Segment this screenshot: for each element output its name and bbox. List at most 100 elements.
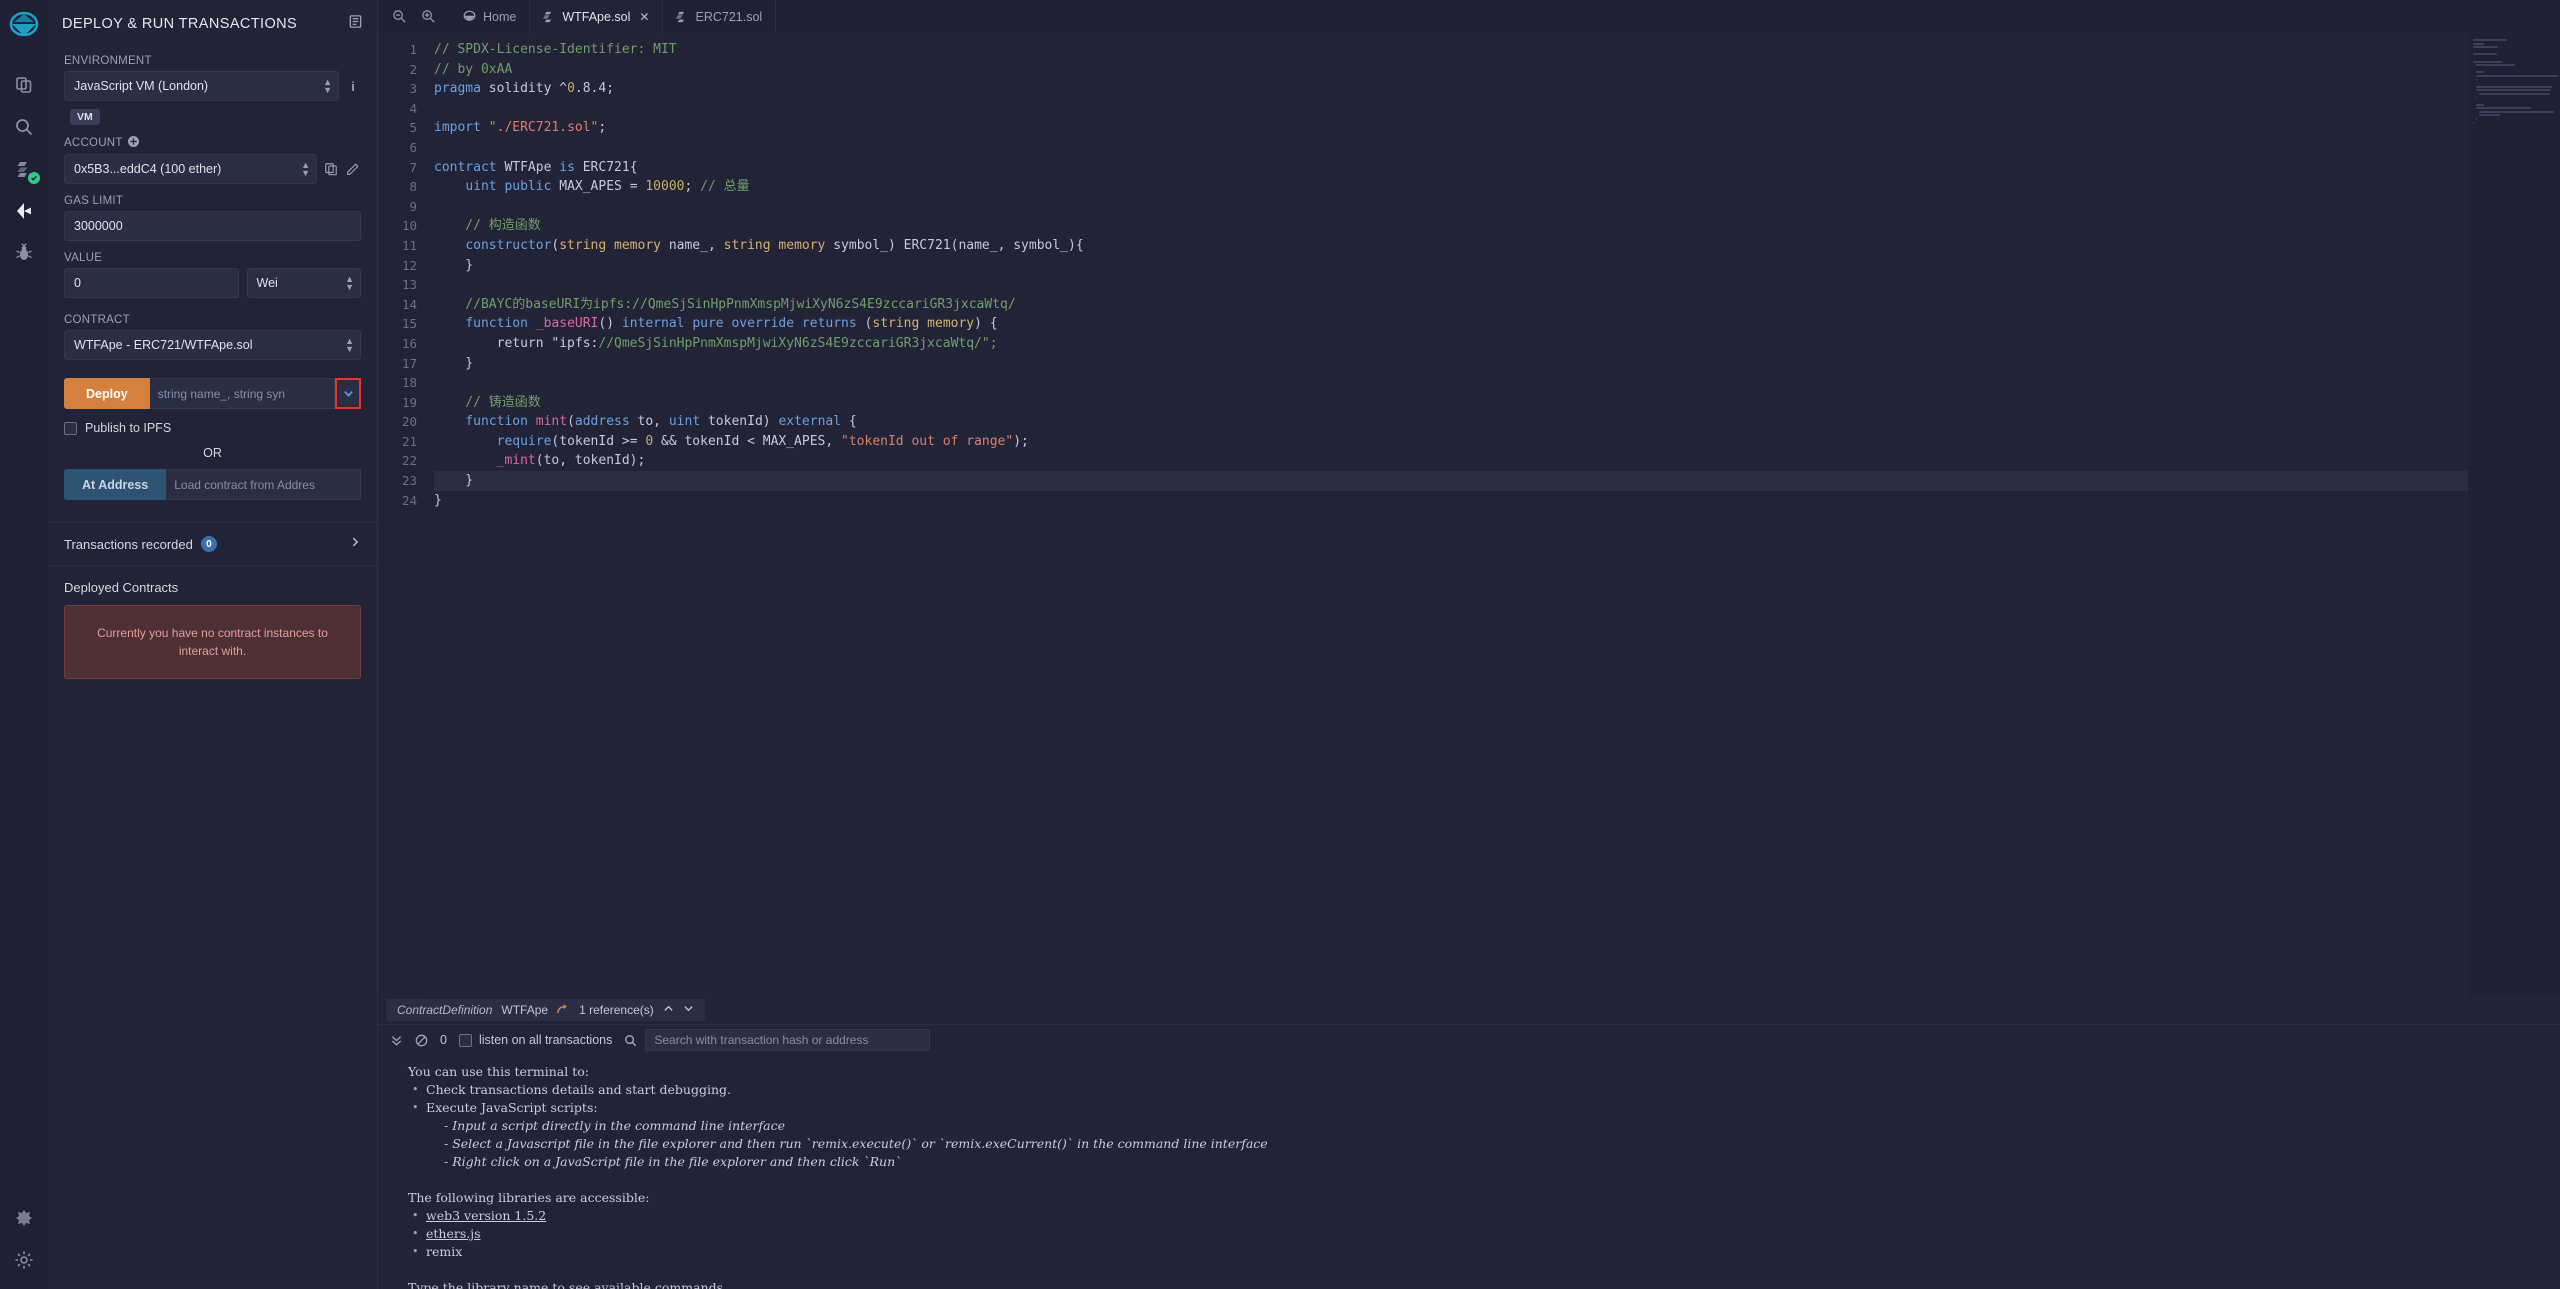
code-line[interactable]: require(tokenId >= 0 && tokenId < MAX_AP… bbox=[434, 432, 2560, 452]
code-line[interactable] bbox=[434, 275, 2560, 295]
contract-select[interactable]: WTFApe - ERC721/WTFApe.sol ▲▼ bbox=[64, 330, 361, 360]
tab-wtfape-sol-label: WTFApe.sol bbox=[562, 10, 630, 24]
code-line[interactable]: constructor(string memory name_, string … bbox=[434, 236, 2560, 256]
listen-all-transactions-row[interactable]: listen on all transactions bbox=[459, 1033, 612, 1047]
line-number: 16 bbox=[378, 334, 417, 354]
code-line[interactable]: } bbox=[434, 354, 2560, 374]
tab-erc721-sol[interactable]: ERC721.sol bbox=[663, 0, 776, 33]
at-address-button[interactable]: At Address bbox=[64, 469, 166, 500]
minimap-line bbox=[2476, 71, 2484, 73]
code-line[interactable]: function _baseURI() internal pure overri… bbox=[434, 314, 2560, 334]
terminal-subbullet: - Input a script directly in the command… bbox=[408, 1117, 2560, 1135]
line-number: 15 bbox=[378, 314, 417, 334]
gas-limit-input[interactable]: 3000000 bbox=[64, 211, 361, 241]
line-number: 10 bbox=[378, 216, 417, 236]
at-address-input[interactable]: Load contract from Addres bbox=[166, 469, 361, 500]
sidebar-item-settings[interactable] bbox=[4, 1239, 44, 1281]
environment-select[interactable]: JavaScript VM (London) ▲▼ bbox=[64, 71, 339, 101]
documentation-icon[interactable] bbox=[348, 14, 363, 34]
account-label-text: ACCOUNT bbox=[64, 137, 123, 149]
lib-web3-link[interactable]: web3 version 1.5.2 bbox=[426, 1208, 546, 1223]
deploy-expand-chevron-down-icon[interactable] bbox=[335, 378, 361, 409]
minimap-line bbox=[2473, 39, 2507, 41]
edit-icon[interactable] bbox=[346, 162, 361, 177]
code-line[interactable]: } bbox=[434, 471, 2560, 491]
value-input[interactable]: 0 bbox=[64, 268, 239, 298]
code-minimap[interactable] bbox=[2468, 33, 2560, 996]
code-line[interactable]: //BAYC的baseURI为ipfs://QmeSjSinHpPnmXmspM… bbox=[434, 295, 2560, 315]
listen-all-transactions-label: listen on all transactions bbox=[479, 1033, 612, 1047]
transactions-recorded-accordion[interactable]: Transactions recorded 0 bbox=[48, 522, 377, 566]
line-number: 7 bbox=[378, 158, 417, 178]
sidebar-item-search[interactable] bbox=[4, 106, 44, 148]
line-number: 18 bbox=[378, 373, 417, 393]
environment-label: ENVIRONMENT bbox=[64, 55, 361, 67]
copy-icon[interactable] bbox=[324, 162, 339, 177]
close-icon[interactable]: ✕ bbox=[639, 10, 649, 24]
sidebar-item-debugger[interactable] bbox=[4, 232, 44, 274]
terminal-bullet: Execute JavaScript scripts: bbox=[408, 1099, 2560, 1117]
chevron-down-icon[interactable] bbox=[683, 1003, 694, 1017]
value-row: 0 Wei ▲▼ bbox=[64, 268, 361, 298]
chevron-up-icon[interactable] bbox=[663, 1003, 674, 1017]
terminal-transaction-count: 0 bbox=[440, 1033, 447, 1047]
code-line[interactable]: // by 0xAA bbox=[434, 60, 2560, 80]
plus-circle-icon[interactable] bbox=[128, 136, 139, 150]
zoom-in-icon[interactable] bbox=[421, 9, 436, 24]
code-line[interactable]: pragma solidity ^0.8.4; bbox=[434, 79, 2560, 99]
line-number: 23 bbox=[378, 471, 417, 491]
contract-definition-name: WTFApe bbox=[501, 1003, 548, 1017]
code-line[interactable]: // 构造函数 bbox=[434, 216, 2560, 236]
lib-ethers-link[interactable]: ethers.js bbox=[426, 1226, 481, 1241]
zoom-out-icon[interactable] bbox=[392, 9, 407, 24]
tab-home[interactable]: Home bbox=[450, 0, 530, 33]
line-number: 12 bbox=[378, 256, 417, 276]
terminal-search-wrap: Search with transaction hash or address bbox=[624, 1029, 930, 1051]
code-line[interactable] bbox=[434, 373, 2560, 393]
code-line[interactable]: // SPDX-License-Identifier: MIT bbox=[434, 40, 2560, 60]
chevron-right-icon bbox=[349, 535, 361, 553]
sidebar-item-solidity-compiler[interactable] bbox=[4, 148, 44, 190]
code-line[interactable]: function mint(address to, uint tokenId) … bbox=[434, 412, 2560, 432]
terminal-output[interactable]: You can use this terminal to: Check tran… bbox=[378, 1055, 2560, 1289]
environment-vm-tag: VM bbox=[70, 109, 100, 125]
search-icon[interactable] bbox=[624, 1034, 637, 1047]
code-line[interactable]: _mint(to, tokenId); bbox=[434, 451, 2560, 471]
line-number: 9 bbox=[378, 197, 417, 217]
sidebar-item-deploy-run[interactable] bbox=[4, 190, 44, 232]
editor-area: Home WTFApe.sol ✕ bbox=[378, 0, 2560, 1289]
minimap-line bbox=[2476, 97, 2477, 99]
info-icon[interactable]: i bbox=[345, 79, 361, 94]
code-content[interactable]: // SPDX-License-Identifier: MIT// by 0xA… bbox=[426, 33, 2560, 996]
terminal-search-input[interactable]: Search with transaction hash or address bbox=[645, 1029, 930, 1051]
terminal-subbullet: - Select a Javascript file in the file e… bbox=[408, 1135, 2560, 1153]
deploy-button[interactable]: Deploy bbox=[64, 378, 150, 409]
listen-all-transactions-checkbox[interactable] bbox=[459, 1034, 472, 1047]
sidebar-item-file-explorer[interactable] bbox=[4, 64, 44, 106]
code-line[interactable]: uint public MAX_APES = 10000; // 总量 bbox=[434, 177, 2560, 197]
code-line[interactable] bbox=[434, 197, 2560, 217]
code-line[interactable]: } bbox=[434, 491, 2560, 511]
go-to-reference-icon[interactable] bbox=[557, 1003, 570, 1018]
code-editor[interactable]: 123456789101112131415161718192021222324 … bbox=[378, 33, 2560, 996]
account-select[interactable]: 0x5B3...eddC4 (100 ether) ▲▼ bbox=[64, 154, 317, 184]
panel-header: DEPLOY & RUN TRANSACTIONS bbox=[48, 0, 377, 44]
publish-ipfs-row[interactable]: Publish to IPFS bbox=[64, 421, 361, 435]
code-line[interactable]: contract WTFApe is ERC721{ bbox=[434, 158, 2560, 178]
list-item: web3 version 1.5.2 bbox=[408, 1207, 2560, 1225]
code-line[interactable]: // 铸造函数 bbox=[434, 393, 2560, 413]
chevrons-down-icon[interactable] bbox=[390, 1034, 403, 1047]
no-entry-icon[interactable] bbox=[415, 1034, 428, 1047]
sidebar-item-plugin-manager[interactable] bbox=[4, 1197, 44, 1239]
code-line[interactable]: } bbox=[434, 256, 2560, 276]
publish-ipfs-checkbox[interactable] bbox=[64, 422, 77, 435]
deploy-args-input[interactable]: string name_, string syn bbox=[150, 378, 335, 409]
code-line[interactable]: return "ipfs://QmeSjSinHpPnmXmspMjwiXyN6… bbox=[434, 334, 2560, 354]
code-line[interactable] bbox=[434, 99, 2560, 119]
code-line[interactable] bbox=[434, 138, 2560, 158]
tab-wtfape-sol[interactable]: WTFApe.sol ✕ bbox=[530, 0, 663, 33]
deploy-run-panel: DEPLOY & RUN TRANSACTIONS ENVIRONMENT Ja… bbox=[48, 0, 378, 1289]
code-line[interactable]: import "./ERC721.sol"; bbox=[434, 118, 2560, 138]
publish-ipfs-label: Publish to IPFS bbox=[85, 421, 171, 435]
value-unit-select[interactable]: Wei ▲▼ bbox=[247, 268, 361, 298]
